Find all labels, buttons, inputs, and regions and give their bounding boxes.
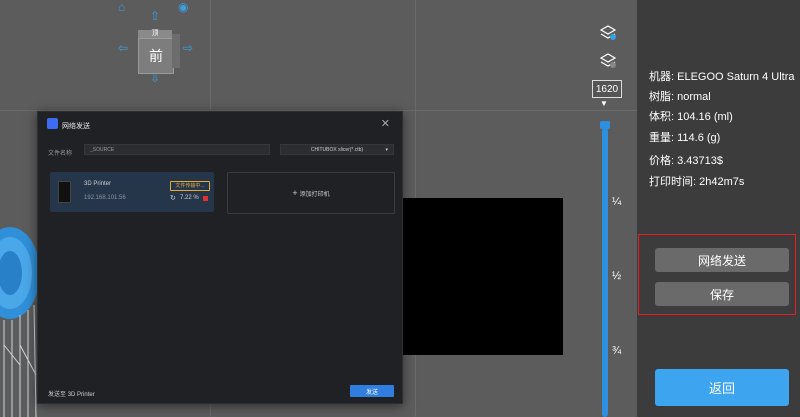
spinner-icon: ↻ xyxy=(170,195,176,202)
cube-front-face[interactable]: 前 xyxy=(138,38,174,74)
printer-ip: 192.168.101.56 xyxy=(84,195,126,201)
stop-icon[interactable] xyxy=(203,196,208,201)
info-value: 104.16 (ml) xyxy=(677,111,733,123)
info-volume: 体积: 104.16 (ml) xyxy=(649,108,733,124)
info-value: normal xyxy=(677,91,711,103)
send-button[interactable]: 发送 xyxy=(350,385,394,397)
info-value: 114.6 (g) xyxy=(677,132,721,144)
info-value: 2h42m7s xyxy=(699,176,745,188)
add-printer-button[interactable]: + 添加打印机 xyxy=(227,172,395,214)
printer-name: 3D Printer xyxy=(84,181,112,187)
layer-view-icon[interactable] xyxy=(598,24,618,42)
rotate-left-arrow-icon[interactable]: ⇦ xyxy=(118,42,128,54)
info-label: 重量: xyxy=(649,132,675,144)
network-send-button[interactable]: 网络发送 xyxy=(655,248,789,272)
info-value: ELEGOO Saturn 4 Ultra xyxy=(677,71,795,83)
send-to-label: 发送至 xyxy=(48,392,67,398)
info-resin: 树脂: normal xyxy=(649,88,711,104)
send-to: 发送至 3D Printer xyxy=(48,389,95,398)
info-price: 价格: 3.43713$ xyxy=(649,152,723,168)
info-label: 价格: xyxy=(649,155,675,167)
info-machine: 机器: ELEGOO Saturn 4 Ultra xyxy=(649,68,795,84)
dialog-title: 网络发送 xyxy=(62,123,90,130)
rotate-up-arrow-icon[interactable]: ⇧ xyxy=(150,10,160,22)
cube-side-face[interactable] xyxy=(172,34,180,68)
save-button[interactable]: 保存 xyxy=(655,282,789,306)
close-icon[interactable]: ✕ xyxy=(381,117,390,130)
layer-slider-thumb[interactable] xyxy=(600,121,610,129)
slider-tick-quarter: ¼ xyxy=(612,196,622,208)
info-label: 打印时间: xyxy=(649,176,697,188)
file-name-label: 文件名称 xyxy=(48,151,73,157)
info-value: 3.43713$ xyxy=(677,155,724,167)
info-label: 体积: xyxy=(649,111,675,123)
back-button[interactable]: 返回 xyxy=(655,369,789,406)
layer-preview xyxy=(401,198,563,355)
file-format-value: CHITUBOX slicer(*.ctb) xyxy=(310,147,364,153)
plus-icon: + xyxy=(292,188,298,198)
info-label: 机器: xyxy=(649,71,675,83)
layer-slider-track[interactable] xyxy=(602,128,608,417)
info-label: 树脂: xyxy=(649,91,675,103)
printer-icon xyxy=(58,181,71,203)
send-to-value: 3D Printer xyxy=(67,392,95,398)
transfer-status-badge: 文件传输中... xyxy=(170,181,210,191)
eye-icon[interactable]: ◉ xyxy=(178,0,188,14)
app-logo-icon xyxy=(47,118,58,129)
view-cube[interactable]: 顶 前 xyxy=(138,30,180,74)
slider-tick-half: ½ xyxy=(612,270,622,282)
info-print-time: 打印时间: 2h42m7s xyxy=(649,173,744,189)
printer-card[interactable]: 3D Printer 192.168.101.56 文件传输中... ↻ 7.2… xyxy=(50,172,214,212)
info-weight: 重量: 114.6 (g) xyxy=(649,129,720,145)
network-send-dialog: 网络发送 ✕ 文件名称 _SOURCE CHITUBOX slicer(*.ct… xyxy=(37,111,403,404)
rotate-right-arrow-icon[interactable]: ⇨ xyxy=(183,42,193,54)
chevron-down-icon[interactable]: ▼ xyxy=(600,99,608,108)
add-printer-label: 添加打印机 xyxy=(299,191,330,198)
layer-number-box[interactable]: 1620 xyxy=(592,80,622,98)
home-view-icon[interactable]: ⌂ xyxy=(118,0,125,14)
model-with-supports xyxy=(0,227,40,417)
file-name-input[interactable]: _SOURCE xyxy=(84,144,270,155)
info-panel xyxy=(637,0,800,417)
file-format-select[interactable]: CHITUBOX slicer(*.ctb) ▾ xyxy=(280,144,394,155)
cube-top-face[interactable]: 顶 xyxy=(138,30,172,38)
transfer-progress: 7.22 % xyxy=(180,195,199,201)
chevron-down-icon: ▾ xyxy=(385,147,388,153)
layer-hide-icon[interactable] xyxy=(598,52,618,70)
slider-tick-three-quarter: ¾ xyxy=(612,345,622,357)
